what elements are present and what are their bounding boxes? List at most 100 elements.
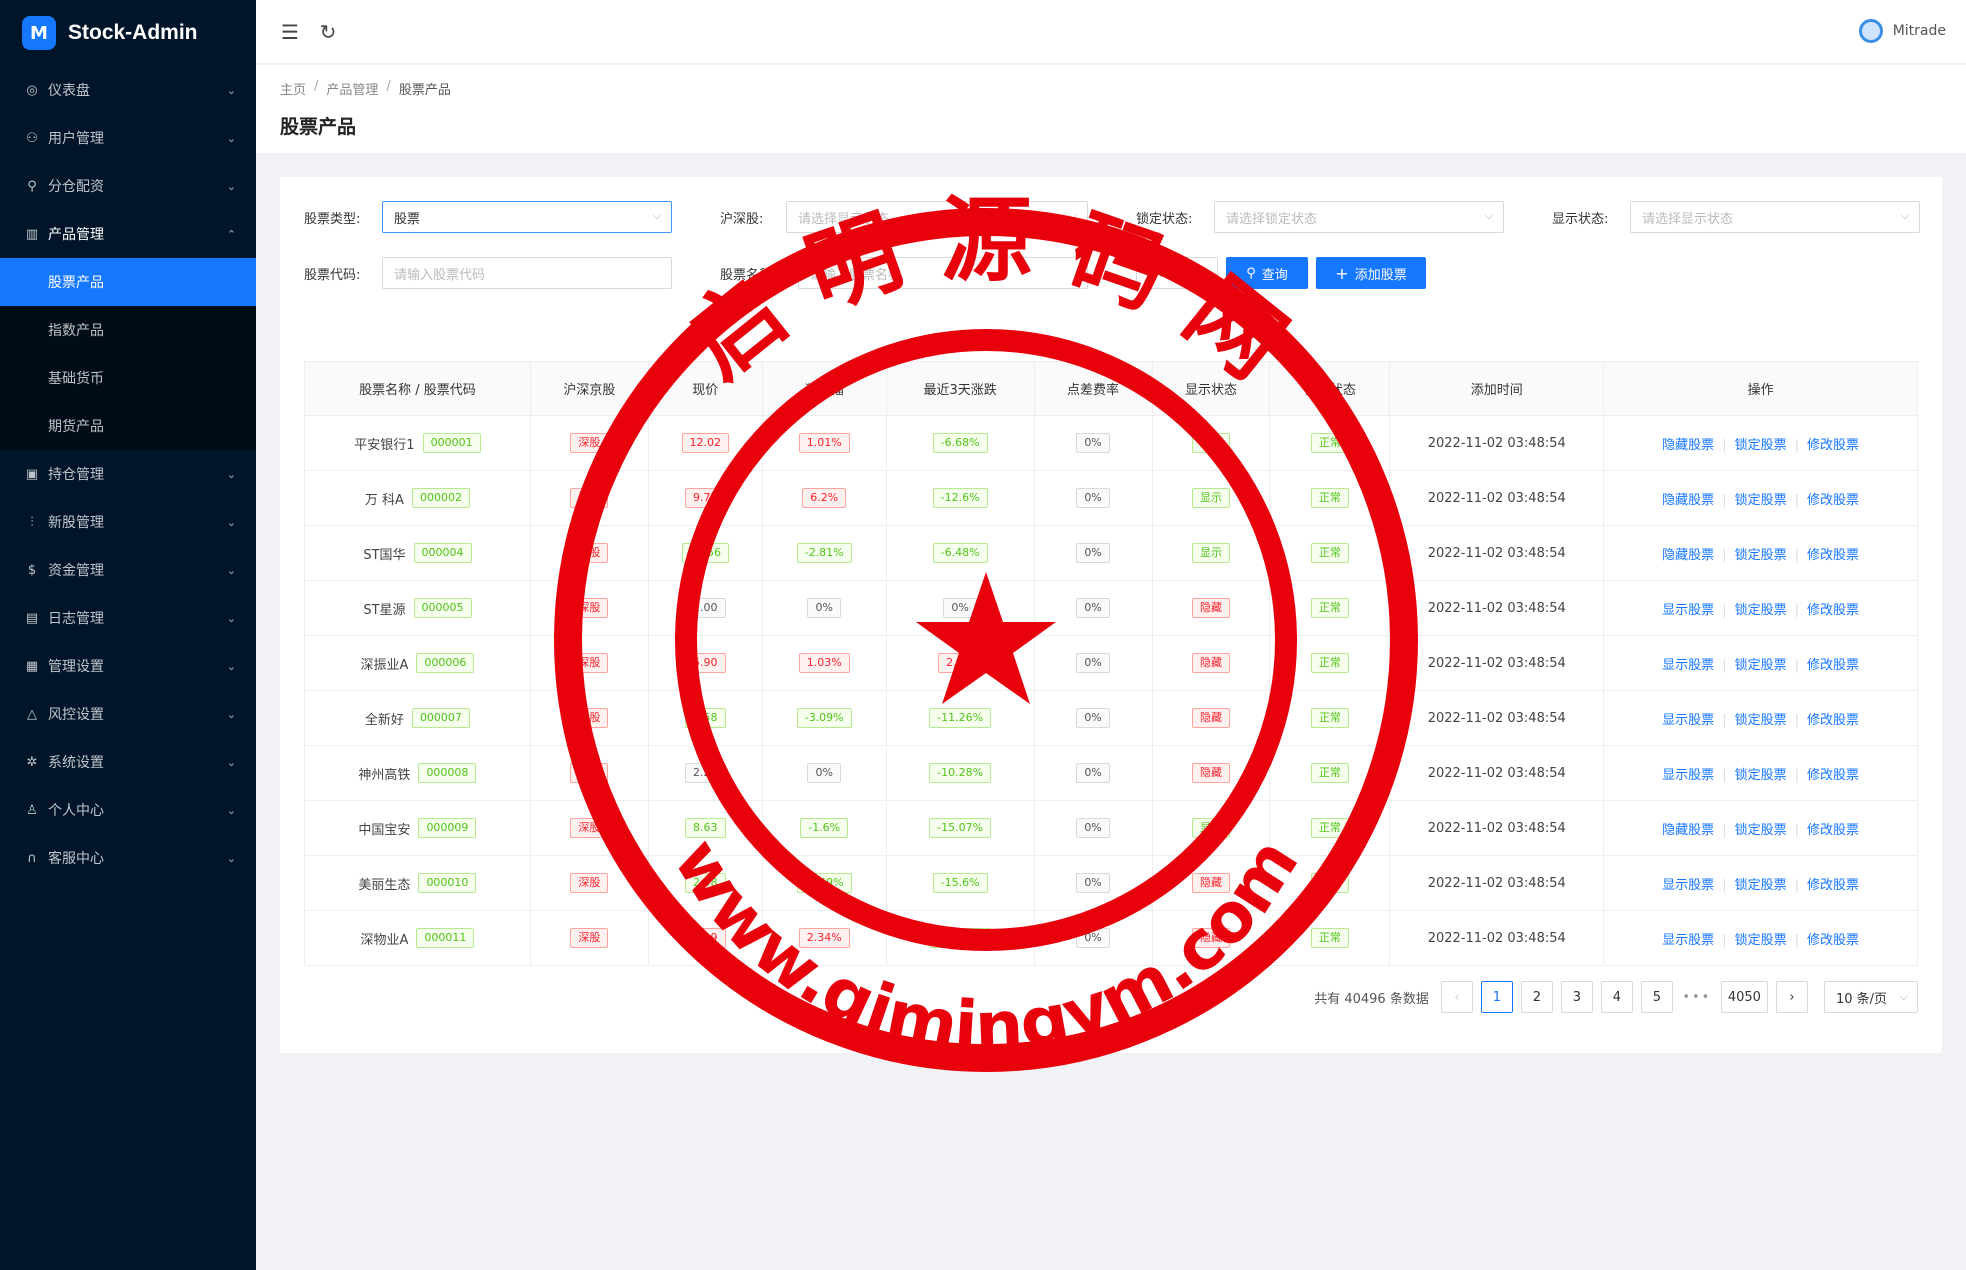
market-tag: 深股 [570, 818, 609, 838]
change3-tag: -6.68% [932, 433, 988, 453]
added-time: 2022-11-02 03:48:54 [1427, 765, 1566, 781]
sidebar-item-4[interactable]: ▣ 持仓管理 ⌄ [0, 450, 256, 498]
prev-page-button[interactable]: ‹ [1440, 981, 1473, 1013]
market-select[interactable]: 请选择显示状态 ⌵ [786, 201, 1088, 233]
breadcrumb-home[interactable]: 主页 [280, 79, 306, 98]
next-page-button[interactable]: › [1775, 981, 1808, 1013]
lock-stock-link[interactable]: 锁定股票 [1735, 878, 1787, 893]
toggle-visibility-link[interactable]: 显示股票 [1662, 768, 1714, 783]
lock-stock-link[interactable]: 锁定股票 [1735, 658, 1787, 673]
lock-stock-link[interactable]: 锁定股票 [1735, 713, 1787, 728]
edit-stock-link[interactable]: 修改股票 [1807, 493, 1859, 508]
edit-stock-link[interactable]: 修改股票 [1807, 878, 1859, 893]
cell-lock: 正常 [1269, 800, 1391, 856]
sidebar-item-12[interactable]: ∩ 客服中心 ⌄ [0, 834, 256, 882]
col-change: 涨跌幅 [761, 361, 887, 416]
cell-change: -2.81% [761, 525, 887, 581]
search-button[interactable]: ⚲ 查询 [1226, 257, 1308, 289]
menu-fold-icon[interactable]: ☰ [276, 18, 304, 46]
submenu-item-3[interactable]: 期货产品 [0, 402, 256, 450]
toggle-visibility-link[interactable]: 隐藏股票 [1662, 493, 1714, 508]
reset-button[interactable]: ⟲ 重置 [1136, 257, 1218, 289]
lock-stock-link[interactable]: 锁定股票 [1735, 603, 1787, 618]
cell-change3: -15.07% [885, 800, 1035, 856]
edit-stock-link[interactable]: 修改股票 [1807, 768, 1859, 783]
toggle-visibility-link[interactable]: 隐藏股票 [1662, 823, 1714, 838]
cell-change3: -6.68% [885, 415, 1035, 471]
cell-time: 2022-11-02 03:48:54 [1389, 525, 1605, 581]
page-size-select[interactable]: 10 条/页 ⌵ [1823, 981, 1918, 1013]
page-5[interactable]: 5 [1640, 981, 1673, 1013]
gear-icon: ✲ [26, 754, 38, 770]
stock-name: ST星源 [363, 602, 406, 618]
toggle-visibility-link[interactable]: 显示股票 [1662, 658, 1714, 673]
edit-stock-link[interactable]: 修改股票 [1807, 658, 1859, 673]
show-status-tag: 隐藏 [1191, 873, 1230, 893]
edit-stock-link[interactable]: 修改股票 [1807, 713, 1859, 728]
cell-name: 平安银行1 000001 [304, 415, 531, 471]
sidebar-item-2[interactable]: ⚲ 分仓配资 ⌄ [0, 162, 256, 210]
pagination-ellipsis[interactable]: ••• [1681, 990, 1713, 1005]
sidebar-item-6[interactable]: $ 资金管理 ⌄ [0, 546, 256, 594]
submenu-item-0[interactable]: 股票产品 [0, 258, 256, 306]
sidebar-item-9[interactable]: △ 风控设置 ⌄ [0, 690, 256, 738]
logo[interactable]: M Stock-Admin [0, 0, 256, 66]
breadcrumb-section[interactable]: 产品管理 [326, 79, 378, 98]
sidebar-item-3[interactable]: ▥ 产品管理 ⌃ [0, 210, 256, 258]
stock-type-select[interactable]: 股票 ⌵ [382, 201, 672, 233]
lock-select[interactable]: 请选择锁定状态 ⌵ [1214, 201, 1504, 233]
pagination: 共有 40496 条数据 ‹ 1 2 3 4 5 ••• 4050 › 10 条… [1314, 981, 1918, 1013]
submenu-item-1[interactable]: 指数产品 [0, 306, 256, 354]
page-last[interactable]: 4050 [1720, 981, 1768, 1013]
chevron-down-icon: ⌄ [226, 659, 236, 673]
sidebar-item-10[interactable]: ✲ 系统设置 ⌄ [0, 738, 256, 786]
toggle-visibility-link[interactable]: 显示股票 [1662, 603, 1714, 618]
sidebar-item-1[interactable]: ⚇ 用户管理 ⌄ [0, 114, 256, 162]
code-input[interactable]: 请输入股票代码 [382, 257, 672, 289]
edit-stock-link[interactable]: 修改股票 [1807, 933, 1859, 948]
toggle-visibility-link[interactable]: 显示股票 [1662, 878, 1714, 893]
sidebar-item-0[interactable]: ◎ 仪表盘 ⌄ [0, 66, 256, 114]
show-status-tag: 隐藏 [1191, 653, 1230, 673]
show-select[interactable]: 请选择显示状态 ⌵ [1630, 201, 1920, 233]
sidebar-item-5[interactable]: ⫶ 新股管理 ⌄ [0, 498, 256, 546]
page-3[interactable]: 3 [1560, 981, 1593, 1013]
stock-name: 深振业A [360, 657, 409, 673]
stock-code-tag: 000008 [418, 763, 477, 783]
add-stock-button[interactable]: + 添加股票 [1316, 257, 1426, 289]
toggle-visibility-link[interactable]: 显示股票 [1662, 713, 1714, 728]
sidebar-item-11[interactable]: ♙ 个人中心 ⌄ [0, 786, 256, 834]
lock-stock-link[interactable]: 锁定股票 [1735, 768, 1787, 783]
sidebar-item-7[interactable]: ▤ 日志管理 ⌄ [0, 594, 256, 642]
edit-stock-link[interactable]: 修改股票 [1807, 823, 1859, 838]
lock-stock-link[interactable]: 锁定股票 [1735, 438, 1787, 453]
page-1[interactable]: 1 [1480, 981, 1513, 1013]
cell-fee: 0% [1033, 415, 1153, 471]
page-2[interactable]: 2 [1520, 981, 1553, 1013]
cell-time: 2022-11-02 03:48:54 [1389, 745, 1605, 801]
name-input[interactable]: 请输入股票名称 [798, 257, 1088, 289]
submenu-item-2[interactable]: 基础货币 [0, 354, 256, 402]
edit-stock-link[interactable]: 修改股票 [1807, 603, 1859, 618]
lock-label: 锁定状态: [1136, 211, 1193, 227]
lock-stock-link[interactable]: 锁定股票 [1735, 493, 1787, 508]
cell-actions: 显示股票 | 锁定股票 | 修改股票 [1603, 745, 1918, 801]
lock-stock-link[interactable]: 锁定股票 [1735, 933, 1787, 948]
toggle-visibility-link[interactable]: 显示股票 [1662, 933, 1714, 948]
lock-stock-link[interactable]: 锁定股票 [1735, 823, 1787, 838]
refresh-icon[interactable]: ↻ [314, 18, 342, 46]
edit-stock-link[interactable]: 修改股票 [1807, 548, 1859, 563]
edit-stock-link[interactable]: 修改股票 [1807, 438, 1859, 453]
user-menu[interactable]: Mitrade [1858, 19, 1946, 43]
show-status-tag: 显示 [1191, 433, 1230, 453]
cell-show: 隐藏 [1151, 580, 1271, 636]
cell-fee: 0% [1033, 910, 1153, 966]
toggle-visibility-link[interactable]: 隐藏股票 [1662, 548, 1714, 563]
lock-stock-link[interactable]: 锁定股票 [1735, 548, 1787, 563]
sidebar-item-8[interactable]: ▦ 管理设置 ⌄ [0, 642, 256, 690]
cell-price: 6.58 [647, 690, 763, 746]
added-time: 2022-11-02 03:48:54 [1427, 875, 1566, 891]
page-4[interactable]: 4 [1600, 981, 1633, 1013]
change3-tag: 0% [943, 598, 977, 618]
toggle-visibility-link[interactable]: 隐藏股票 [1662, 438, 1714, 453]
